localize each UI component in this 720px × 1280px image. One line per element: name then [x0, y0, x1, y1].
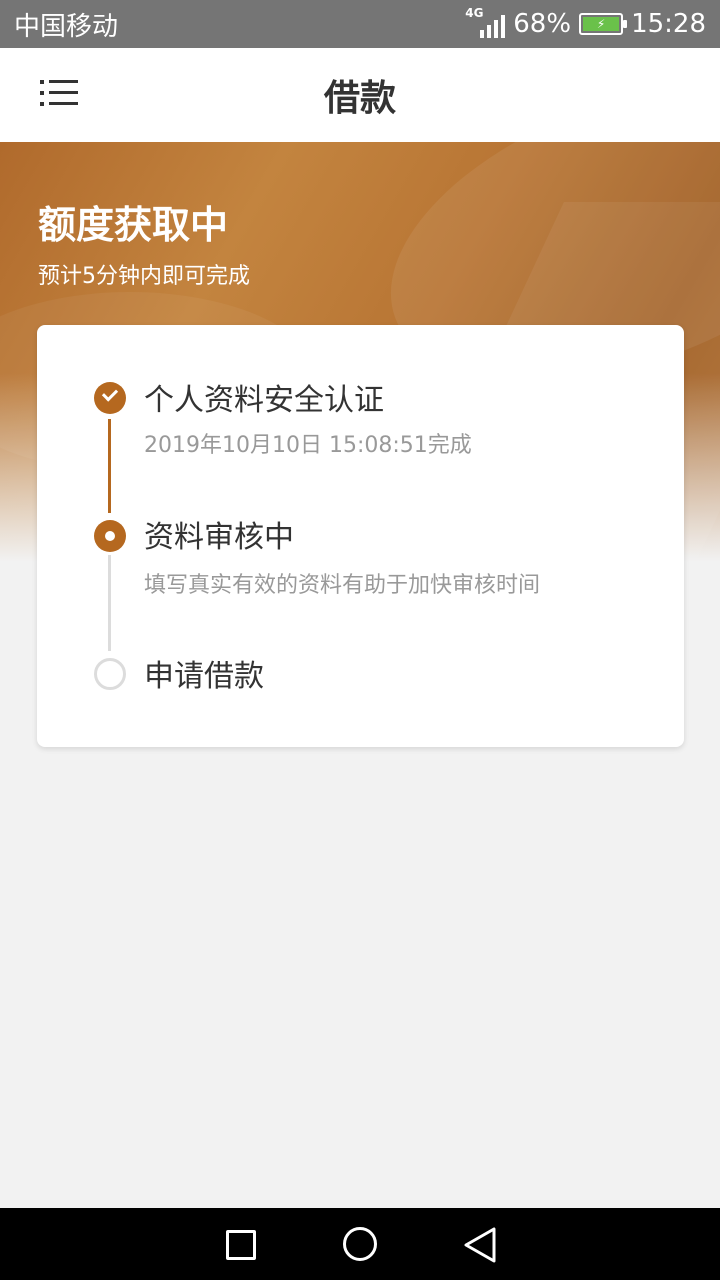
square-icon	[226, 1230, 256, 1260]
hero-subtitle: 预计5分钟内即可完成	[38, 264, 250, 289]
home-button[interactable]	[320, 1208, 400, 1280]
step-desc: 2019年10月10日 15:08:51完成	[144, 433, 472, 458]
system-nav-bar	[0, 1208, 720, 1280]
step-title: 个人资料安全认证	[144, 383, 384, 418]
check-icon	[94, 382, 126, 414]
app-bar: 借款	[0, 48, 720, 142]
back-button[interactable]	[440, 1208, 520, 1280]
active-dot-icon	[94, 520, 126, 552]
progress-card: 个人资料安全认证 2019年10月10日 15:08:51完成 资料审核中 填写…	[37, 325, 684, 747]
status-indicators: 4G 68% ⚡ 15:28	[465, 6, 706, 40]
step-connector-pending	[108, 555, 111, 651]
battery-icon: ⚡	[579, 13, 628, 35]
hero-title: 额度获取中	[38, 203, 229, 247]
recent-apps-button[interactable]	[200, 1208, 280, 1280]
menu-icon[interactable]	[40, 80, 80, 110]
step-desc: 填写真实有效的资料有助于加快审核时间	[144, 573, 541, 598]
circle-icon	[343, 1227, 377, 1261]
triangle-back-icon	[464, 1227, 496, 1263]
pending-circle-icon	[94, 658, 126, 690]
battery-percent: 68%	[513, 9, 572, 39]
page-title: 借款	[323, 78, 396, 119]
clock: 15:28	[631, 9, 706, 39]
step-connector-done	[108, 419, 111, 513]
carrier-label: 中国移动	[14, 11, 119, 42]
step-title: 资料审核中	[144, 520, 294, 555]
status-bar: 中国移动 4G 68% ⚡ 15:28	[0, 0, 720, 48]
step-title: 申请借款	[144, 659, 264, 694]
network-signal-icon: 4G	[465, 6, 506, 40]
